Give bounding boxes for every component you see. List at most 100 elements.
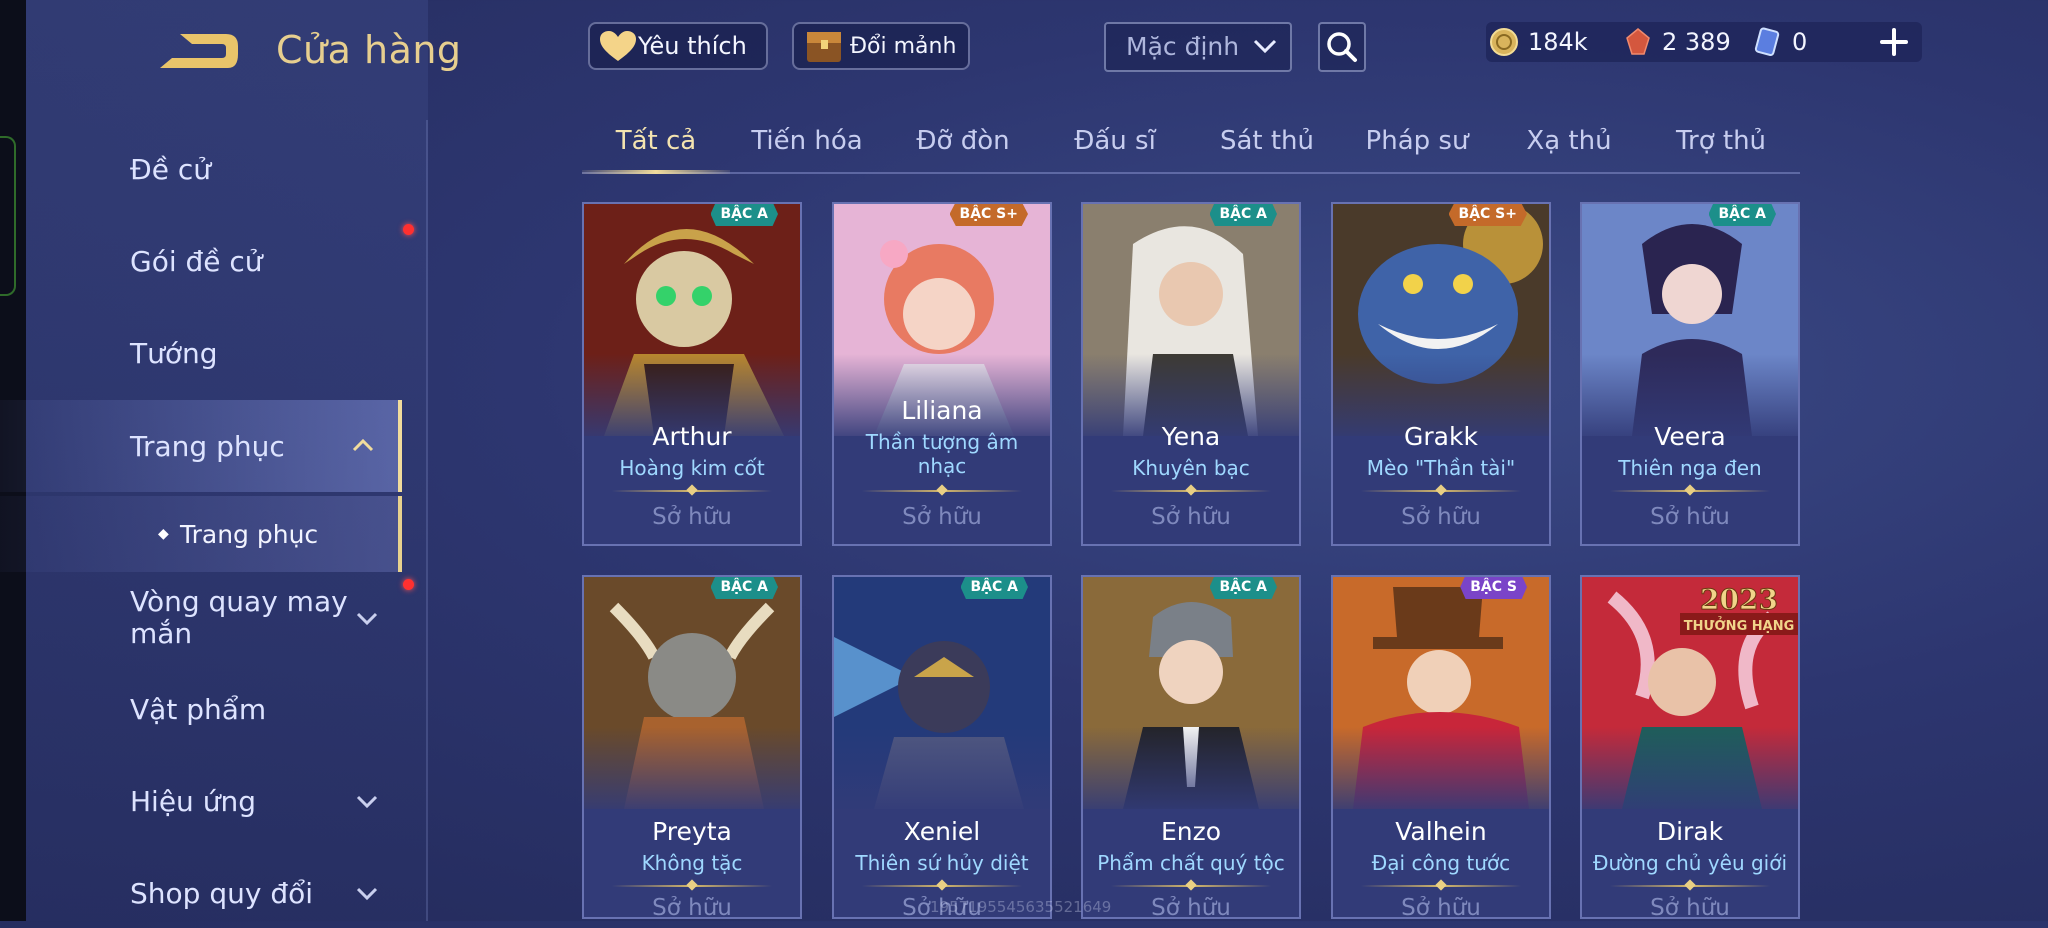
skin-card-grakk[interactable]: BẬC S+ Grakk Mèo "Thần tài" Sở hữu <box>1331 202 1551 546</box>
rank-2023-banner: 2023 THƯỞNG HẠNG <box>1680 583 1798 635</box>
sidebar-item-label: Shop quy đổi <box>130 876 313 910</box>
sidebar-item-skins[interactable]: Trang phục <box>0 400 402 492</box>
skin-name: Đường chủ yêu giới <box>1592 851 1788 875</box>
ticket-icon <box>1754 27 1780 56</box>
owned-label: Sở hữu <box>902 504 982 530</box>
hero-name: Valhein <box>1395 817 1487 846</box>
favorites-button[interactable]: Yêu thích <box>588 22 768 70</box>
tab-fighter[interactable]: Đấu sĩ <box>1040 126 1190 156</box>
back-button[interactable] <box>158 30 240 72</box>
art-fade <box>1333 727 1549 817</box>
voucher-value: 2 389 <box>1662 28 1731 56</box>
currency-bar: 184k 2 389 0 <box>1486 22 1922 62</box>
rank-badge: BẬC A <box>710 204 778 226</box>
chevron-down-icon <box>1253 39 1277 54</box>
art-fade <box>584 727 800 817</box>
sidebar-item-label: Vòng quay may mắn <box>130 585 348 650</box>
tab-marksman[interactable]: Xạ thủ <box>1494 126 1644 156</box>
skin-card-veera[interactable]: BẬC A Veera Thiên nga đen Sở hữu <box>1580 202 1800 546</box>
tab-evolution[interactable]: Tiến hóa <box>732 126 882 156</box>
sidebar-item-recommended[interactable]: Đề cử <box>0 134 402 204</box>
tab-assassin[interactable]: Sát thủ <box>1192 126 1342 156</box>
skin-card-xeniel[interactable]: BẬC A Xeniel Thiên sứ hủy diệt Sở hữu <box>832 575 1052 919</box>
card-divider <box>612 490 772 492</box>
card-divider <box>1361 885 1521 887</box>
chevron-down-icon <box>356 887 378 901</box>
banner-label: THƯỞNG HẠNG <box>1684 617 1795 634</box>
notification-dot <box>403 224 414 235</box>
sidebar-item-label: Trang phục <box>130 429 285 463</box>
hero-name: Xeniel <box>903 817 981 846</box>
card-divider <box>1610 885 1770 887</box>
hero-name: Dirak <box>1656 817 1724 846</box>
ticket-balance: 0 <box>1752 22 1807 62</box>
role-filter-tabs: Tất cả Tiến hóa Đỡ đòn Đấu sĩ Sát thủ Ph… <box>582 118 1800 174</box>
sidebar-item-label: Vật phẩm <box>130 692 267 726</box>
rank-badge: BẬC A <box>960 577 1028 599</box>
gold-balance: 184k <box>1488 22 1588 62</box>
shard-exchange-label: Đổi mảnh <box>850 33 957 59</box>
rank-badge: BẬC S <box>1460 577 1527 599</box>
sidebar-subitem-skins[interactable]: ◆ Trang phục <box>0 496 402 572</box>
skin-name: Mèo "Thần tài" <box>1366 456 1516 480</box>
rank-badge: BẬC A <box>1708 204 1776 226</box>
skin-card-enzo[interactable]: BẬC A Enzo Phẩm chất quý tộc Sở hữu <box>1081 575 1301 919</box>
add-currency-button[interactable] <box>1872 20 1916 64</box>
sidebar-divider <box>426 120 428 921</box>
sidebar-item-heroes[interactable]: Tướng <box>0 318 402 388</box>
chevron-down-icon <box>356 612 378 626</box>
card-divider <box>612 885 772 887</box>
sidebar-item-exchange-shop[interactable]: Shop quy đổi <box>0 858 402 928</box>
skin-name: Phẩm chất quý tộc <box>1097 851 1285 875</box>
rank-badge: BẬC A <box>1209 577 1277 599</box>
sidebar-item-label: Hiệu ứng <box>130 784 256 818</box>
skin-name: Hoàng kim cốt <box>619 456 765 480</box>
bullet-diamond-icon: ◆ <box>158 526 169 542</box>
hero-name: Grakk <box>1404 422 1478 451</box>
skin-card-preyta[interactable]: BẬC A Preyta Không tặc Sở hữu <box>582 575 802 919</box>
chevron-up-icon <box>352 438 374 452</box>
search-button[interactable] <box>1318 22 1366 72</box>
card-divider <box>862 885 1022 887</box>
tab-support[interactable]: Trợ thủ <box>1646 126 1796 156</box>
tabs-baseline <box>582 172 1800 174</box>
sort-value: Mặc định <box>1126 32 1240 61</box>
tab-mage[interactable]: Pháp sư <box>1342 126 1492 156</box>
owned-label: Sở hữu <box>1151 895 1231 919</box>
owned-label: Sở hữu <box>1650 504 1730 530</box>
card-divider <box>862 490 1022 492</box>
skin-name: Thiên nga đen <box>1618 456 1762 480</box>
skin-card-yena[interactable]: BẬC A Yena Khuyên bạc Sở hữu <box>1081 202 1301 546</box>
sidebar-item-recommended-packs[interactable]: Gói đề cử <box>0 226 402 296</box>
back-arrow-icon <box>160 34 238 68</box>
skin-card-arthur[interactable]: BẬC A Arthur Hoàng kim cốt Sở hữu <box>582 202 802 546</box>
tab-tank[interactable]: Đỡ đòn <box>888 126 1038 156</box>
skin-name: Không tặc <box>641 851 743 875</box>
hero-name: Yena <box>1161 422 1221 451</box>
banner-year: 2023 <box>1700 583 1778 616</box>
skin-card-dirak[interactable]: 2023 THƯỞNG HẠNG Dirak Đường chủ yêu giớ… <box>1580 575 1800 919</box>
search-icon <box>1327 32 1357 62</box>
sidebar-item-lucky-spin[interactable]: Vòng quay may mắn <box>0 580 402 656</box>
sidebar-item-effects[interactable]: Hiệu ứng <box>0 766 402 836</box>
skin-card-valhein[interactable]: BẬC S Valhein Đại công tước Sở hữu <box>1331 575 1551 919</box>
art-fade <box>834 727 1050 817</box>
card-divider <box>1111 490 1271 492</box>
hero-name: Preyta <box>652 817 732 846</box>
skin-name: Thần tượng âm nhạc <box>865 430 1019 478</box>
sort-dropdown[interactable]: Mặc định <box>1104 22 1292 72</box>
sidebar-item-label: Đề cử <box>130 152 211 186</box>
art-fade <box>1582 727 1798 817</box>
owned-label: Sở hữu <box>652 895 732 919</box>
sidebar-item-items[interactable]: Vật phẩm <box>0 674 402 744</box>
chest-icon <box>807 32 841 62</box>
card-divider <box>1111 885 1271 887</box>
sidebar-item-label: Gói đề cử <box>130 244 263 278</box>
plus-icon <box>1880 28 1908 56</box>
gold-value: 184k <box>1528 28 1588 56</box>
hero-name: Liliana <box>901 396 983 425</box>
shard-exchange-button[interactable]: Đổi mảnh <box>792 22 970 70</box>
skin-card-liliana[interactable]: BẬC S+ Liliana Thần tượng âm nhạc Sở hữu <box>832 202 1052 546</box>
tab-all[interactable]: Tất cả <box>582 126 730 156</box>
owned-label: Sở hữu <box>652 504 732 530</box>
